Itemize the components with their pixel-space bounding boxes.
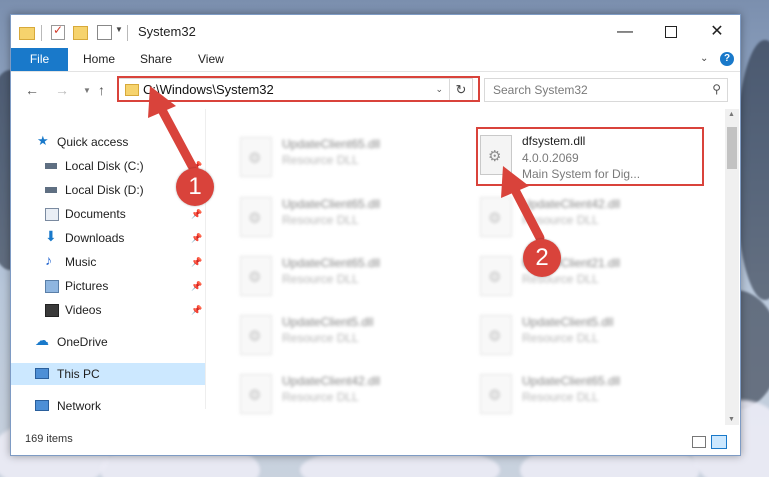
arrow-1 [148,86,197,171]
annotation-arrows [148,86,545,243]
step-badge-2: 2 [523,239,561,277]
arrow-2 [501,166,545,243]
step-badge-1: 1 [176,168,214,206]
